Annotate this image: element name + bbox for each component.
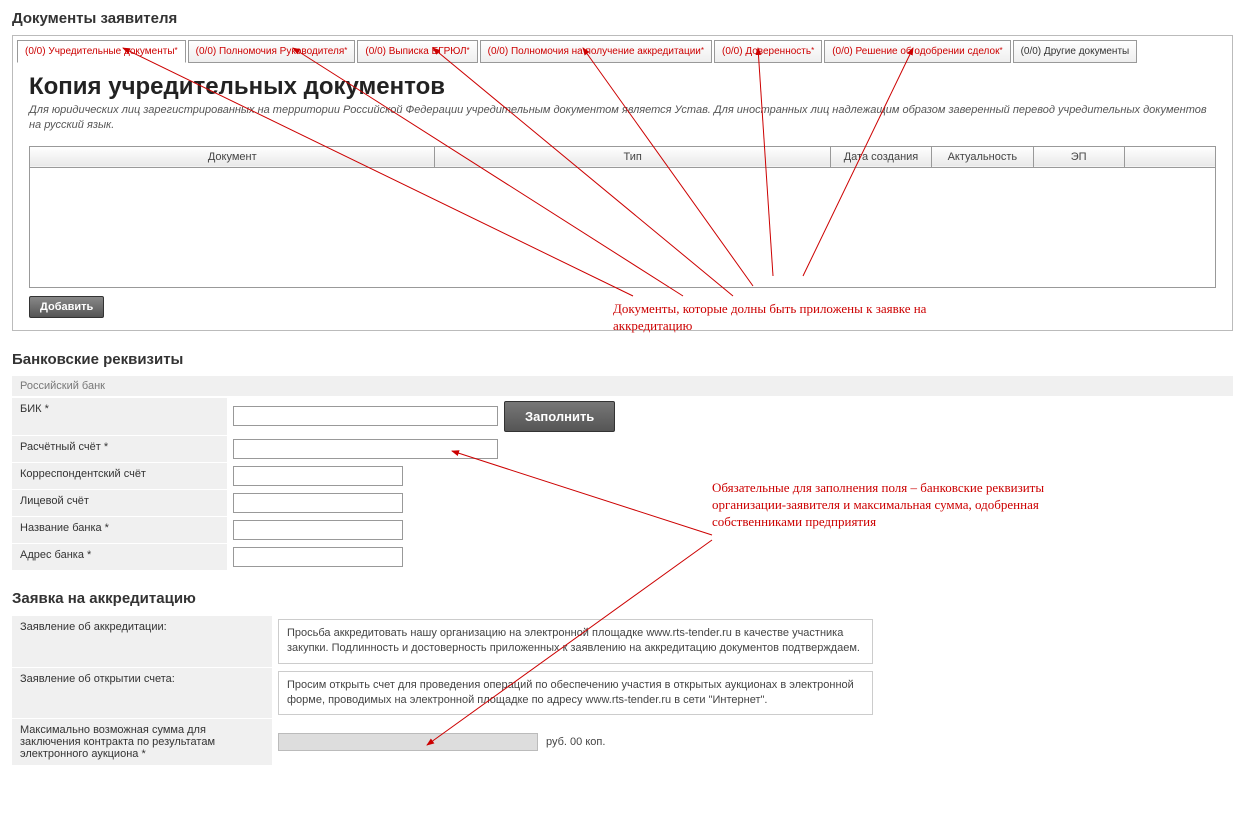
add-button[interactable]: Добавить	[29, 296, 104, 318]
tab-egrul[interactable]: (0/0) Выписка ЕГРЮЛ	[357, 40, 477, 63]
personal-input[interactable]	[233, 493, 403, 513]
col-signature: ЭП	[1033, 146, 1124, 167]
section-docs-title: Документы заявителя	[12, 10, 1245, 27]
bankname-input[interactable]	[233, 520, 403, 540]
max-label: Максимально возможная сумма для заключен…	[12, 719, 272, 765]
col-actual: Актуальность	[932, 146, 1033, 167]
docs-table: Документ Тип Дата создания Актуальность …	[29, 146, 1216, 288]
personal-label: Лицевой счёт	[12, 490, 227, 516]
stmt1-text: Просьба аккредитовать нашу организацию н…	[278, 619, 873, 664]
application-form: Заявление об аккредитации: Просьба аккре…	[12, 615, 1233, 766]
tab-heading: Копия учредительных документов	[29, 73, 1216, 101]
tab-accred-powers[interactable]: (0/0) Полномочия на получение аккредитац…	[480, 40, 712, 63]
col-actions	[1124, 146, 1215, 167]
bik-input[interactable]	[233, 406, 498, 426]
tab-head-powers[interactable]: (0/0) Полномочия Руководителя	[188, 40, 356, 63]
tab-other-docs[interactable]: (0/0) Другие документы	[1013, 40, 1138, 63]
bankaddr-label: Адрес банка *	[12, 544, 227, 570]
section-app-title: Заявка на аккредитацию	[12, 590, 1245, 607]
account-input[interactable]	[233, 439, 498, 459]
corr-input[interactable]	[233, 466, 403, 486]
tab-desc: Для юридических лиц зарегистрированных н…	[29, 103, 1216, 134]
fill-button[interactable]: Заполнить	[504, 401, 615, 432]
account-label: Расчётный счёт *	[12, 436, 227, 462]
bankaddr-input[interactable]	[233, 547, 403, 567]
col-type: Тип	[435, 146, 830, 167]
max-sum-input[interactable]	[278, 733, 538, 751]
bik-label: БИК *	[12, 398, 227, 435]
tab-deal-approval[interactable]: (0/0) Решение об одобрении сделок	[824, 40, 1010, 63]
table-empty-body	[30, 167, 1216, 287]
max-suffix: руб. 00 коп.	[546, 736, 605, 748]
docs-panel: (0/0) Учредительные документы (0/0) Полн…	[12, 35, 1233, 331]
col-document: Документ	[30, 146, 435, 167]
corr-label: Корреспондентский счёт	[12, 463, 227, 489]
stmt2-label: Заявление об открытии счета:	[12, 668, 272, 719]
bankname-label: Название банка *	[12, 517, 227, 543]
tab-content: Копия учредительных документов Для юриди…	[17, 65, 1228, 326]
stmt2-text: Просим открыть счет для проведения опера…	[278, 671, 873, 716]
stmt1-label: Заявление об аккредитации:	[12, 616, 272, 667]
tab-power-of-attorney[interactable]: (0/0) Доверенность	[714, 40, 822, 63]
tab-founding-docs[interactable]: (0/0) Учредительные документы	[17, 40, 186, 63]
col-created: Дата создания	[830, 146, 931, 167]
bank-subtitle: Российский банк	[12, 376, 1233, 397]
tabs-bar: (0/0) Учредительные документы (0/0) Полн…	[17, 40, 1228, 63]
bank-form: Российский банк БИК * Заполнить Расчётны…	[12, 376, 1233, 570]
section-bank-title: Банковские реквизиты	[12, 351, 1245, 368]
